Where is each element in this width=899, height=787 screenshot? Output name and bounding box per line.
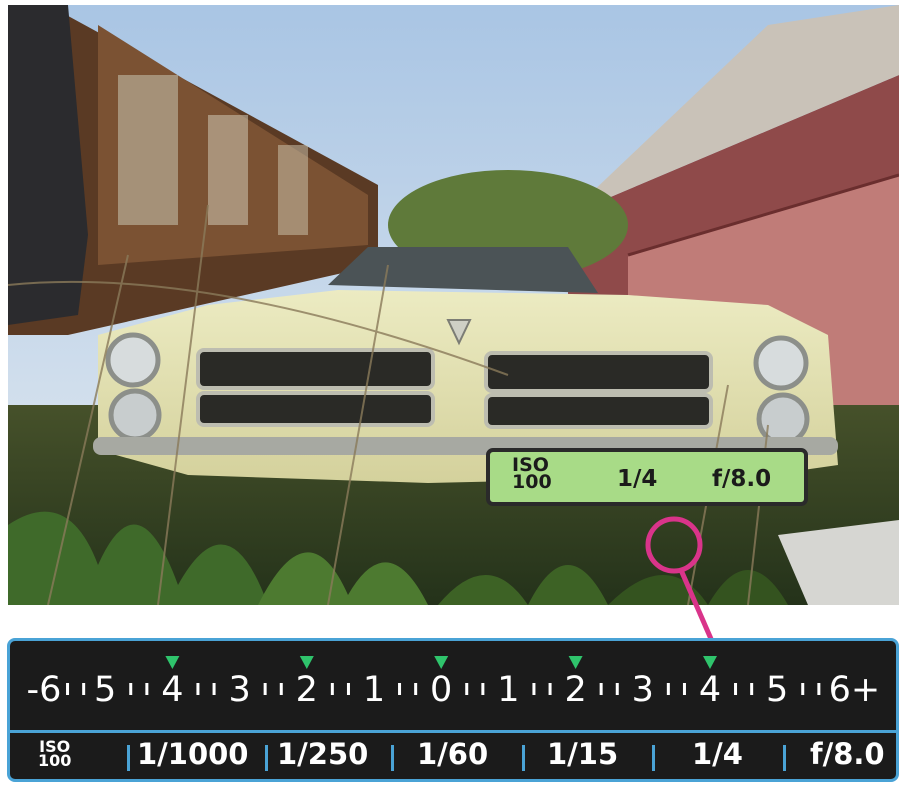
scale-minor-tick <box>817 683 821 695</box>
scale-minor-tick <box>666 683 670 695</box>
scale-iso-value: 100 <box>38 751 72 770</box>
scale-value-row: ISO 100 1/1000 1/250 1/60 1/15 1/4 f/8.0 <box>10 733 896 779</box>
scale-minor-tick <box>734 683 738 695</box>
scale-minor-tick <box>414 683 418 695</box>
scale-number: 1 <box>363 670 385 710</box>
scale-number: 3 <box>228 670 250 710</box>
shutter-1-4: 1/4 <box>692 737 743 771</box>
scale-separator <box>127 745 130 771</box>
scale-minor-tick <box>599 683 603 695</box>
readout-iso-value: 100 <box>512 471 552 493</box>
exposure-readout: ISO 100 1/4 f/8.0 <box>486 448 808 506</box>
readout-iso: ISO 100 <box>512 456 552 493</box>
exposure-marker <box>703 656 717 669</box>
scale-separator <box>265 745 268 771</box>
scale-minor-tick <box>66 683 70 695</box>
scale-separator <box>652 745 655 771</box>
scale-number: 4 <box>161 670 183 710</box>
scale-number: 0 <box>430 670 452 710</box>
scale-minor-tick <box>615 683 619 695</box>
scale-minor-tick <box>481 683 485 695</box>
scale-minor-tick <box>801 683 805 695</box>
scale-number: 1 <box>497 670 519 710</box>
shutter-1-1000: 1/1000 <box>137 737 249 771</box>
scale-minor-tick <box>279 683 283 695</box>
scale-minor-tick <box>145 683 149 695</box>
scale-minor-tick <box>263 683 267 695</box>
scale-number: 5 <box>94 670 116 710</box>
exposure-marker <box>434 656 449 669</box>
scale-minor-tick <box>398 683 402 695</box>
exposure-scale: -6 5 4 3 2 1 0 1 2 3 4 5 6+ ISO 100 1/1000 1/250 1/6… <box>7 638 899 782</box>
scale-separator <box>391 745 394 771</box>
scale-number: -6 <box>27 670 62 710</box>
scale-number: 5 <box>766 670 788 710</box>
scale-minor-tick <box>465 683 469 695</box>
scale-separator <box>783 745 786 771</box>
car-photo-illustration <box>8 5 899 605</box>
readout-shutter: 1/4 <box>617 466 658 492</box>
car-photo <box>8 5 899 605</box>
scale-minor-tick <box>129 683 133 695</box>
exposure-marker <box>165 656 180 669</box>
scale-minor-tick <box>750 683 754 695</box>
readout-aperture: f/8.0 <box>712 466 772 492</box>
scale-minor-tick <box>548 683 552 695</box>
scale-minor-tick <box>196 683 200 695</box>
scale-number: 3 <box>632 670 654 710</box>
scale-minor-tick <box>330 683 334 695</box>
scale-minor-tick <box>346 683 350 695</box>
exposure-marker <box>568 656 583 669</box>
scale-minor-tick <box>212 683 216 695</box>
exposure-marker <box>299 656 314 669</box>
scale-separator <box>522 745 525 771</box>
scale-iso: ISO 100 <box>38 739 72 770</box>
scale-minor-tick <box>682 683 686 695</box>
shutter-1-15: 1/15 <box>547 737 619 771</box>
scale-number: 2 <box>564 670 586 710</box>
scale-minor-tick <box>532 683 536 695</box>
shutter-1-250: 1/250 <box>277 737 369 771</box>
shutter-1-60: 1/60 <box>417 737 489 771</box>
scale-minor-tick <box>82 683 86 695</box>
scale-number: 6+ <box>829 670 881 710</box>
aperture-value: f/8.0 <box>810 737 885 771</box>
scale-number: 2 <box>296 670 318 710</box>
scale-number: 4 <box>699 670 721 710</box>
scale-graphic: -6 5 4 3 2 1 0 1 2 3 4 5 6+ <box>27 656 881 710</box>
